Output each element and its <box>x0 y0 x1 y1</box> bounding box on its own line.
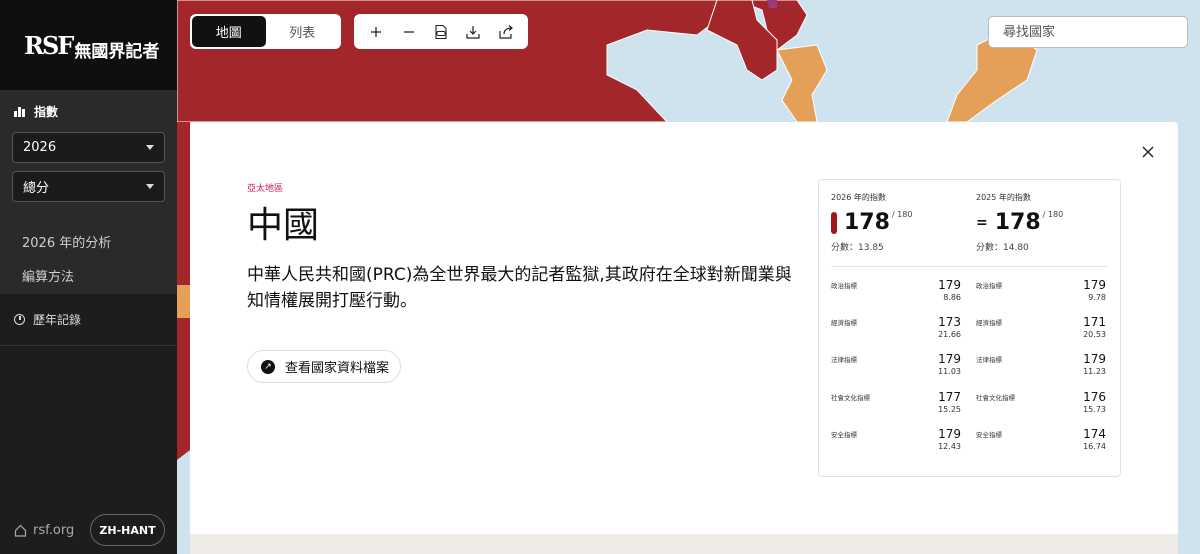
indicator-label: 法律指標 <box>831 356 857 364</box>
indicator-label: 政治指標 <box>976 282 1002 290</box>
indicator-rank: 174 <box>1083 427 1106 441</box>
indicator-social-previous: 社會文化指標 176 15.73 <box>976 390 1106 424</box>
language-button[interactable]: ZH-HANT <box>90 514 165 546</box>
indicator-score: 8.86 <box>943 293 961 302</box>
clock-icon <box>14 314 25 325</box>
sidebar-footer: rsf.org ZH-HANT <box>0 506 177 554</box>
logo-bar: RSF 無國界記者 <box>0 0 177 90</box>
current-rank-number: 178 <box>844 210 890 235</box>
previous-score: 分數：14.80 <box>976 243 1029 253</box>
arrow-up-right-icon: ↗ <box>261 359 275 374</box>
indicator-rank: 179 <box>938 352 961 366</box>
download-icon[interactable] <box>462 21 484 43</box>
rsf-logo[interactable]: RSF 無國界記者 <box>24 29 159 62</box>
current-score: 分數：13.85 <box>831 243 884 253</box>
indicator-rank: 179 <box>1083 352 1106 366</box>
indicator-legal-previous: 法律指標 179 11.23 <box>976 352 1106 386</box>
indicator-social-current: 社會文化指標 177 15.25 <box>831 390 961 424</box>
history-label: 歷年記錄 <box>33 313 82 327</box>
plus-icon[interactable] <box>365 21 387 43</box>
indicator-rank: 177 <box>938 390 961 404</box>
indicator-score: 15.25 <box>938 405 961 414</box>
rank-color-bar <box>831 211 837 234</box>
indicator-score: 11.03 <box>938 367 961 376</box>
indicator-score: 12.43 <box>938 442 961 451</box>
indicator-economic-previous: 經濟指標 171 20.53 <box>976 315 1106 349</box>
rsf-org-label: rsf.org <box>33 522 75 538</box>
close-icon[interactable] <box>1138 142 1158 162</box>
indicator-rank: 176 <box>1083 390 1106 404</box>
rsf-org-link[interactable]: rsf.org <box>14 523 74 538</box>
region-label: 亞太地區 <box>247 184 284 194</box>
indicator-security-previous: 安全指標 174 16.74 <box>976 427 1106 461</box>
index-section: 指數 2026 總分 2026 年的分析 編算方法 <box>0 90 177 294</box>
indicator-label: 社會文化指標 <box>976 394 1015 402</box>
indicator-score: 16.74 <box>1083 442 1106 451</box>
view-profile-label: 查看國家資料檔案 <box>285 361 390 376</box>
bar-chart-icon <box>14 105 26 117</box>
panel-footer-strip <box>190 534 1178 554</box>
indicator-political-previous: 政治指標 179 9.78 <box>976 278 1106 312</box>
indicator-label: 經濟指標 <box>831 319 857 327</box>
view-toggle: 地圖 列表 <box>190 14 341 49</box>
indicator-score: 15.73 <box>1083 405 1106 414</box>
indicator-rank: 173 <box>938 315 961 329</box>
map-view-button[interactable]: 地圖 <box>192 16 266 47</box>
indicator-label: 經濟指標 <box>976 319 1002 327</box>
indicator-label: 安全指標 <box>976 431 1002 439</box>
sidebar: RSF 無國界記者 指數 2026 總分 2026 年的分析 編算方法 歷年記錄… <box>0 0 177 554</box>
current-rank: 178 / 180 <box>831 210 912 235</box>
country-title: 中國 <box>247 205 320 246</box>
indicator-label: 政治指標 <box>831 282 857 290</box>
previous-rank: = 178 / 180 <box>976 210 1063 235</box>
score-card: 2026 年的指數 178 / 180 分數：13.85 2025 年的指數 =… <box>818 179 1121 477</box>
score-select-value: 總分 <box>23 181 50 196</box>
year-select[interactable]: 2026 <box>12 132 165 163</box>
list-view-button[interactable]: 列表 <box>266 16 340 47</box>
rank-change-symbol: = <box>976 214 988 231</box>
score-select[interactable]: 總分 <box>12 171 165 202</box>
logo-name: 無國界記者 <box>74 41 160 62</box>
indicator-rank: 171 <box>1083 315 1106 329</box>
home-icon <box>14 524 27 537</box>
previous-year-label: 2025 年的指數 <box>976 193 1031 202</box>
indicator-rank: 179 <box>938 278 961 292</box>
current-year-label: 2026 年的指數 <box>831 193 886 202</box>
indicator-security-current: 安全指標 179 12.43 <box>831 427 961 461</box>
year-select-value: 2026 <box>23 140 57 155</box>
indicator-label: 社會文化指標 <box>831 394 870 402</box>
caret-down-icon <box>146 145 154 150</box>
card-divider <box>831 266 1108 267</box>
country-description: 中華人民共和國(PRC)為全世界最大的記者監獄,其政府在全球對新聞業與知情權展開… <box>247 265 792 311</box>
indicator-score: 21.66 <box>938 330 961 339</box>
indicator-label: 法律指標 <box>976 356 1002 364</box>
index-label: 指數 <box>34 104 59 119</box>
view-profile-button[interactable]: ↗ 查看國家資料檔案 <box>247 350 401 383</box>
indicator-political-current: 政治指標 179 8.86 <box>831 278 961 312</box>
minus-icon[interactable] <box>398 21 420 43</box>
indicator-economic-current: 經濟指標 173 21.66 <box>831 315 961 349</box>
share-icon[interactable] <box>495 21 517 43</box>
analysis-link[interactable]: 2026 年的分析 <box>12 224 165 258</box>
pdf-icon[interactable] <box>430 21 452 43</box>
previous-rank-number: 178 <box>994 210 1041 235</box>
indicator-rank: 179 <box>1083 278 1106 292</box>
indicator-score: 11.23 <box>1083 367 1106 376</box>
methodology-link[interactable]: 編算方法 <box>12 258 165 292</box>
country-search-input[interactable] <box>988 16 1188 48</box>
history-link[interactable]: 歷年記錄 <box>0 294 177 346</box>
previous-rank-total: / 180 <box>1042 210 1064 219</box>
indicator-label: 安全指標 <box>831 431 857 439</box>
logo-mark: RSF <box>24 30 74 60</box>
indicator-score: 9.78 <box>1088 293 1106 302</box>
indicator-legal-current: 法律指標 179 11.03 <box>831 352 961 386</box>
indicator-score: 20.53 <box>1083 330 1106 339</box>
index-title[interactable]: 指數 <box>12 90 165 132</box>
current-rank-total: / 180 <box>891 210 913 219</box>
map-tools <box>354 14 528 49</box>
caret-down-icon <box>146 184 154 189</box>
indicator-rank: 179 <box>938 427 961 441</box>
